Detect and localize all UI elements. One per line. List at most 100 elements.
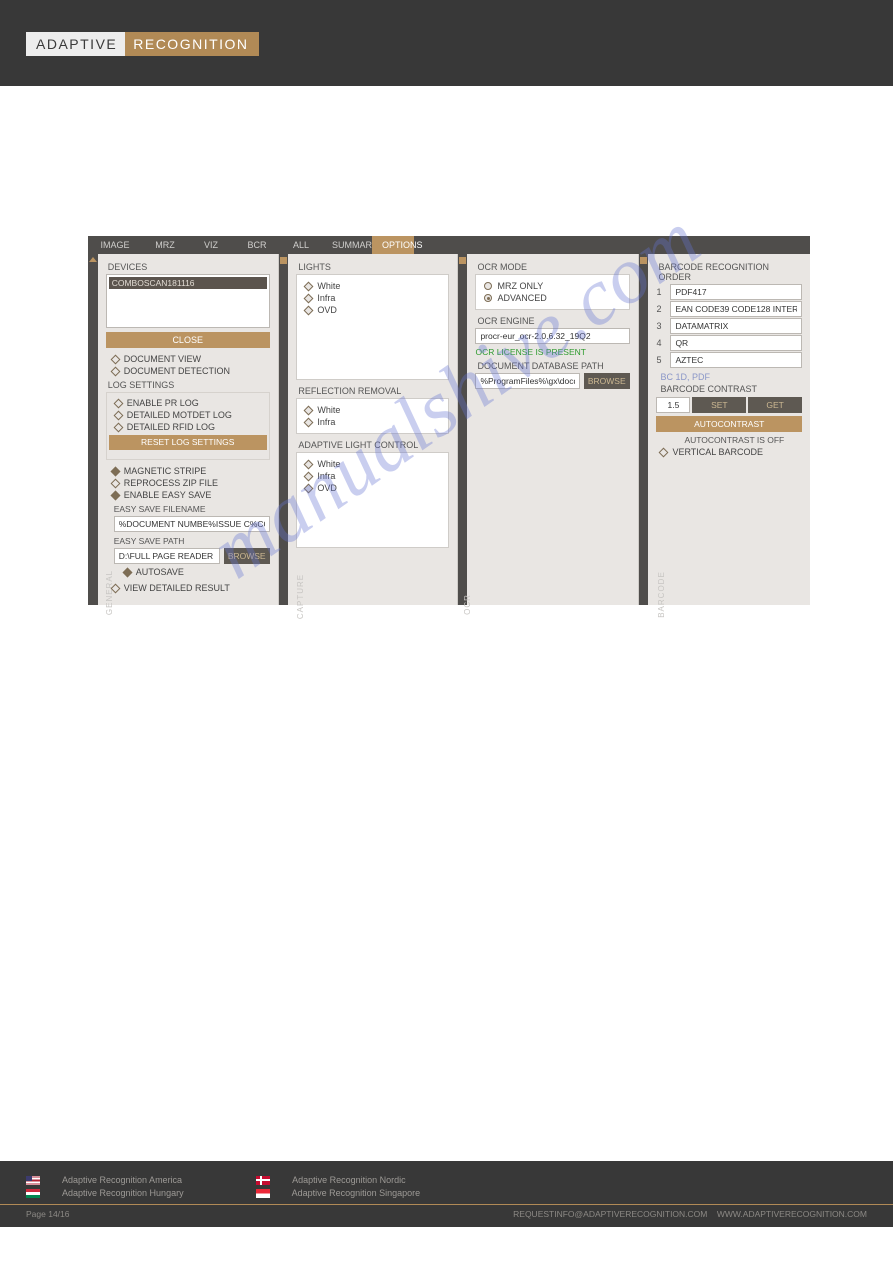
- bc-order-4[interactable]: [670, 335, 802, 351]
- bc-order-5[interactable]: [670, 352, 802, 368]
- addr-us: Adaptive Recognition America: [62, 1175, 182, 1185]
- diamond-icon: [304, 459, 314, 469]
- tab-summary[interactable]: SUMMARY: [322, 236, 372, 254]
- addr-dk: Adaptive Recognition Nordic: [292, 1175, 406, 1185]
- opt-magstripe[interactable]: MAGNETIC STRIPE: [124, 466, 207, 476]
- lights-label: LIGHTS: [298, 262, 448, 272]
- easy-save-filename-label: EASY SAVE FILENAME: [114, 504, 270, 514]
- diamond-icon: [110, 466, 120, 476]
- light-white[interactable]: White: [317, 281, 340, 291]
- diamond-icon: [113, 398, 123, 408]
- barcode-order-label: BARCODE RECOGNITION ORDER: [658, 262, 802, 282]
- diamond-icon: [304, 471, 314, 481]
- opt-autosave[interactable]: AUTOSAVE: [136, 567, 184, 577]
- page-number: Page 14/16: [26, 1209, 69, 1219]
- diamond-icon: [304, 305, 314, 315]
- tab-mrz[interactable]: MRZ: [142, 236, 188, 254]
- diamond-icon: [110, 490, 120, 500]
- alc-label: ADAPTIVE LIGHT CONTROL: [298, 440, 448, 450]
- tab-viz[interactable]: VIZ: [188, 236, 234, 254]
- flag-us-icon: [26, 1176, 40, 1185]
- bc-order-2[interactable]: [670, 301, 802, 317]
- brand-logo: ADAPTIVE RECOGNITION: [26, 32, 259, 56]
- log-settings-label: LOG SETTINGS: [108, 380, 270, 390]
- browse-button[interactable]: BROWSE: [224, 548, 270, 564]
- get-button[interactable]: GET: [748, 397, 802, 413]
- opt-vertical-barcode[interactable]: VERTICAL BARCODE: [672, 447, 763, 457]
- diamond-icon: [113, 422, 123, 432]
- devices-listbox[interactable]: COMBOSCAN181116: [106, 274, 270, 328]
- tab-bcr[interactable]: BCR: [234, 236, 280, 254]
- panel-general: DEVICES COMBOSCAN181116 CLOSE DOCUMENT V…: [98, 254, 279, 605]
- easy-save-filename-input[interactable]: [114, 516, 270, 532]
- radio-icon[interactable]: [484, 282, 492, 290]
- section-bar-barcode[interactable]: BARCODE: [639, 254, 649, 605]
- bc-contrast-label: BARCODE CONTRAST: [660, 384, 802, 394]
- addr-sg: Adaptive Recognition Singapore: [292, 1188, 421, 1198]
- devices-label: DEVICES: [108, 262, 270, 272]
- alc-infra[interactable]: Infra: [317, 471, 335, 481]
- section-bar-general[interactable]: GENERAL: [88, 254, 98, 605]
- tab-all[interactable]: ALL: [280, 236, 322, 254]
- refl-white[interactable]: White: [317, 405, 340, 415]
- radio-icon[interactable]: [484, 294, 492, 302]
- addr-hu: Adaptive Recognition Hungary: [62, 1188, 184, 1198]
- diamond-icon: [113, 410, 123, 420]
- opt-motdet-log[interactable]: DETAILED MOTDET LOG: [127, 410, 232, 420]
- opt-rfid-log[interactable]: DETAILED RFID LOG: [127, 422, 215, 432]
- diamond-icon: [304, 483, 314, 493]
- bc-order-1[interactable]: [670, 284, 802, 300]
- flag-dk-icon: [256, 1176, 270, 1185]
- autocontrast-status: AUTOCONTRAST IS OFF: [684, 435, 802, 445]
- doc-db-label: DOCUMENT DATABASE PATH: [477, 361, 629, 371]
- page-footer: Adaptive Recognition America Adaptive Re…: [0, 1161, 893, 1227]
- easy-save-path-label: EASY SAVE PATH: [114, 536, 270, 546]
- tab-bar: IMAGE MRZ VIZ BCR ALL SUMMARY OPTIONS: [88, 236, 810, 254]
- opt-doc-view[interactable]: DOCUMENT VIEW: [124, 354, 201, 364]
- ocr-license-status: OCR LICENSE IS PRESENT: [475, 347, 629, 357]
- panel-capture: LIGHTS White Infra OVD REFLECTION REMOVA…: [288, 254, 457, 605]
- refl-infra[interactable]: Infra: [317, 417, 335, 427]
- ocr-mode-advanced[interactable]: ADVANCED: [497, 293, 546, 303]
- logo-right: RECOGNITION: [125, 32, 258, 56]
- diamond-icon: [110, 354, 120, 364]
- opt-reprocess-zip[interactable]: REPROCESS ZIP FILE: [124, 478, 218, 488]
- diamond-icon: [110, 478, 120, 488]
- easy-save-path-input[interactable]: [114, 548, 220, 564]
- footer-url: WWW.ADAPTIVERECOGNITION.COM: [717, 1209, 867, 1219]
- doc-db-input[interactable]: [475, 373, 579, 389]
- flag-hu-icon: [26, 1189, 40, 1198]
- light-ovd[interactable]: OVD: [317, 305, 337, 315]
- footer-email: REQUESTINFO@ADAPTIVERECOGNITION.COM: [513, 1209, 707, 1219]
- alc-ovd[interactable]: OVD: [317, 483, 337, 493]
- tab-image[interactable]: IMAGE: [88, 236, 142, 254]
- autocontrast-button[interactable]: AUTOCONTRAST: [656, 416, 802, 432]
- browse-button[interactable]: BROWSE: [584, 373, 630, 389]
- page-header: ADAPTIVE RECOGNITION: [0, 0, 893, 86]
- ocr-mode-mrz[interactable]: MRZ ONLY: [497, 281, 543, 291]
- device-item-selected[interactable]: COMBOSCAN181116: [109, 277, 267, 289]
- bc-legend: BC 1D, PDF: [660, 372, 802, 382]
- ocr-engine-input[interactable]: [475, 328, 629, 344]
- diamond-icon: [304, 293, 314, 303]
- opt-pr-log[interactable]: ENABLE PR LOG: [127, 398, 199, 408]
- close-button[interactable]: CLOSE: [106, 332, 270, 348]
- opt-easy-save[interactable]: ENABLE EASY SAVE: [124, 490, 212, 500]
- section-bar-ocr[interactable]: OCR: [458, 254, 468, 605]
- tab-options[interactable]: OPTIONS: [372, 236, 414, 254]
- opt-doc-detect[interactable]: DOCUMENT DETECTION: [124, 366, 230, 376]
- ocr-mode-label: OCR MODE: [477, 262, 629, 272]
- alc-white[interactable]: White: [317, 459, 340, 469]
- panel-barcode: BARCODE RECOGNITION ORDER 1 2 3 4 5 BC 1…: [648, 254, 810, 605]
- diamond-icon: [110, 366, 120, 376]
- bc-contrast-input[interactable]: [656, 397, 690, 413]
- ocr-engine-label: OCR ENGINE: [477, 316, 629, 326]
- section-bar-capture[interactable]: CAPTURE: [279, 254, 289, 605]
- opt-view-detailed[interactable]: VIEW DETAILED RESULT: [124, 583, 230, 593]
- bc-order-3[interactable]: [670, 318, 802, 334]
- reset-log-button[interactable]: RESET LOG SETTINGS: [109, 435, 267, 450]
- reflection-label: REFLECTION REMOVAL: [298, 386, 448, 396]
- light-infra[interactable]: Infra: [317, 293, 335, 303]
- set-button[interactable]: SET: [692, 397, 746, 413]
- flag-sg-icon: [256, 1189, 270, 1198]
